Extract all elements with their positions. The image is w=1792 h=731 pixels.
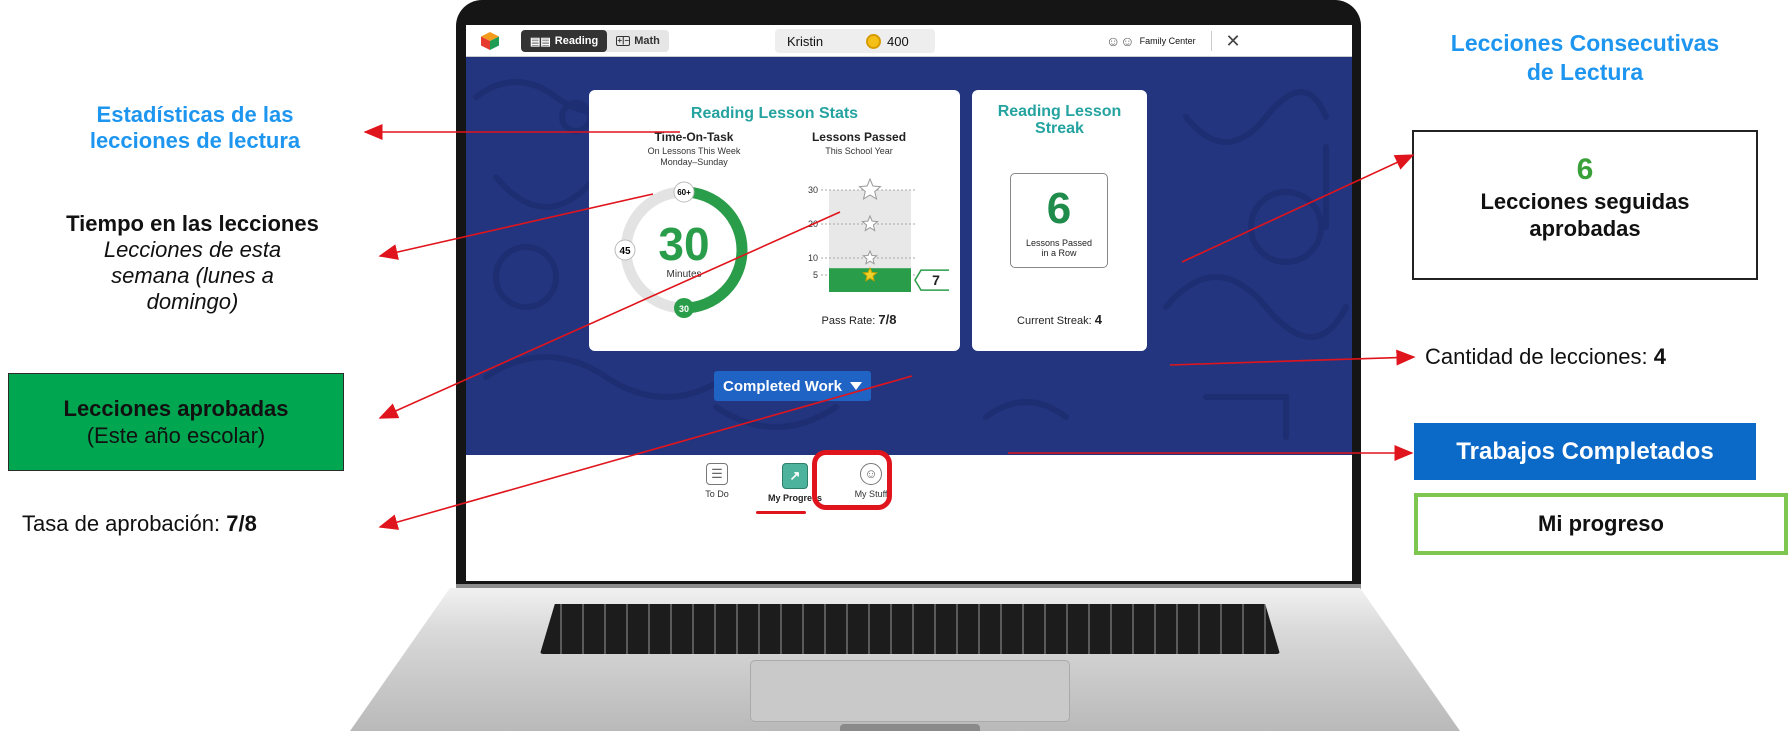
streak-card-title-line2: Streak [1035, 120, 1084, 137]
coin-balance: 400 [866, 29, 936, 53]
app-logo-cube-icon [481, 32, 499, 50]
chart-tick-label: 10 [808, 253, 818, 263]
laptop-keyboard [540, 604, 1280, 654]
coin-count: 400 [887, 33, 909, 49]
ann-stats-title-line1: Estadísticas de las [96, 102, 294, 127]
laptop-trackpad [750, 660, 1070, 722]
stats-card-title: Reading Lesson Stats [690, 105, 859, 122]
time-gauge: 60+ 45 30 30 Minutes [614, 181, 748, 318]
triangle-down-icon [849, 382, 862, 390]
ann-streak-line2: aprobadas [1529, 216, 1641, 241]
ann-time-line3: semana (lunes a [111, 263, 274, 288]
ann-rate-value: 7/8 [226, 511, 257, 536]
current-streak-label: Current Streak: [1017, 315, 1092, 327]
time-on-task-heading: Time-On-Task [654, 130, 734, 144]
current-streak: Current Streak: 4 [972, 312, 1147, 327]
laptop-notch [840, 724, 980, 731]
topbar-divider [1211, 31, 1212, 51]
ann-progress-label: Mi progreso [1538, 511, 1664, 536]
chart-tick-label: 30 [808, 185, 818, 195]
streak-count: 6 [1046, 184, 1072, 233]
ann-streak-title: Lecciones Consecutivas de Lectura [1380, 29, 1790, 87]
ann-my-progress-box: Mi progreso [1414, 493, 1788, 555]
app-topbar: ▤▤ Reading +|− Math Kristin 400 ☺☺ Famil… [466, 25, 1352, 57]
ann-count-value: 4 [1653, 344, 1666, 369]
coin-icon [866, 33, 881, 49]
pass-rate-value: 7/8 [878, 312, 897, 327]
plus-minus-icon: +|− [616, 36, 631, 46]
streak-card-title-line1: Reading Lesson [997, 103, 1122, 120]
nav-to-do-label: To Do [705, 489, 729, 499]
time-on-task-sub1: On Lessons This Week [647, 146, 741, 156]
close-icon[interactable]: ✕ [1221, 29, 1245, 53]
family-center-link[interactable]: ☺☺ Family Center [1106, 29, 1196, 53]
chart-tick-label: 5 [813, 270, 818, 280]
ann-streak-number: 6 [1576, 153, 1594, 186]
ann-time-on-task: Tiempo en las lecciones Lecciones de est… [10, 211, 375, 315]
ann-streak-line1: Lecciones seguidas [1480, 189, 1690, 214]
nav-to-do[interactable]: ☰ To Do [682, 463, 752, 499]
ann-pass-rate: Tasa de aprobación: 7/8 [22, 511, 257, 537]
minutes-unit: Minutes [666, 269, 701, 280]
bottom-nav: ☰ To Do ↗ My Progress ☺ My Stuff [466, 450, 1352, 581]
reading-lesson-streak-card: Reading Lesson Streak 6 Lessons Passed i… [972, 90, 1147, 351]
completed-work-label: Completed Work [723, 377, 842, 395]
ann-passed-line2: (Este año escolar) [86, 423, 266, 448]
streak-label-line1: Lessons Passed [1025, 238, 1093, 248]
current-streak-value: 4 [1094, 312, 1102, 327]
pass-rate: Pass Rate: 7/8 [784, 312, 934, 327]
ann-streak-title-line1: Lecciones Consecutivas [1450, 30, 1720, 56]
subject-switcher: ▤▤ Reading +|− Math [521, 30, 669, 52]
ann-rate-label: Tasa de aprobación: [22, 511, 227, 536]
reading-lesson-stats-card: Reading Lesson Stats Time-On-Task On Les… [589, 90, 960, 351]
ann-lesson-count: Cantidad de lecciones: 4 [1425, 344, 1666, 370]
gauge-mark-45-label: 45 [619, 246, 631, 257]
ann-streak-box: 6 Lecciones seguidas aprobadas [1412, 130, 1758, 280]
family-center-label: Family Center [1139, 36, 1196, 46]
people-icon: ☺☺ [1106, 33, 1135, 49]
chart-data-label: 7 [932, 272, 940, 288]
ann-time-line1: Tiempo en las lecciones [66, 211, 319, 236]
ann-completed-label: Trabajos Completados [1456, 437, 1714, 465]
ann-passed-line1: Lecciones aprobadas [63, 396, 289, 421]
gauge-mark-60-label: 60+ [677, 188, 691, 197]
lessons-passed-sub: This School Year [825, 146, 893, 156]
tab-reading[interactable]: ▤▤ Reading [521, 30, 608, 52]
tab-math-label: Math [634, 35, 660, 47]
ann-stats-title: Estadísticas de las lecciones de lectura [40, 102, 350, 154]
book-icon: ▤▤ [530, 35, 551, 48]
completed-work-dropdown[interactable]: Completed Work [714, 371, 871, 401]
tab-reading-label: Reading [554, 35, 599, 47]
ann-time-line4: domingo) [146, 289, 239, 314]
arrow-up-right-icon: ↗ [782, 463, 808, 489]
highlight-ring [812, 450, 892, 510]
tab-math[interactable]: +|− Math [607, 30, 669, 52]
lessons-passed-chart: 5 10 20 30 7 [808, 177, 949, 292]
streak-count-box: 6 Lessons Passed in a Row [1010, 173, 1108, 268]
gauge-mark-30-label: 30 [679, 304, 689, 314]
pass-rate-label: Pass Rate: [821, 315, 876, 327]
minutes-value: 30 [658, 218, 709, 270]
highlight-underline [756, 511, 806, 514]
user-name: Kristin [787, 33, 824, 49]
streak-label-line2: in a Row [1041, 248, 1077, 258]
ann-streak-title-line2: de Lectura [1526, 59, 1644, 85]
chart-tick-label: 20 [808, 219, 818, 229]
ann-time-line2: Lecciones de esta [103, 237, 282, 262]
lessons-passed-heading: Lessons Passed [811, 130, 907, 144]
time-on-task-sub2: Monday–Sunday [660, 157, 728, 167]
app-screen: ▤▤ Reading +|− Math Kristin 400 ☺☺ Famil… [466, 25, 1352, 581]
ann-count-label: Cantidad de lecciones: [1425, 344, 1654, 369]
checklist-icon: ☰ [706, 463, 728, 485]
ann-completed-work-box: Trabajos Completados [1414, 423, 1756, 480]
ann-lessons-passed-box: Lecciones aprobadas (Este año escolar) [8, 373, 344, 471]
ann-stats-title-line2: lecciones de lectura [89, 128, 301, 153]
